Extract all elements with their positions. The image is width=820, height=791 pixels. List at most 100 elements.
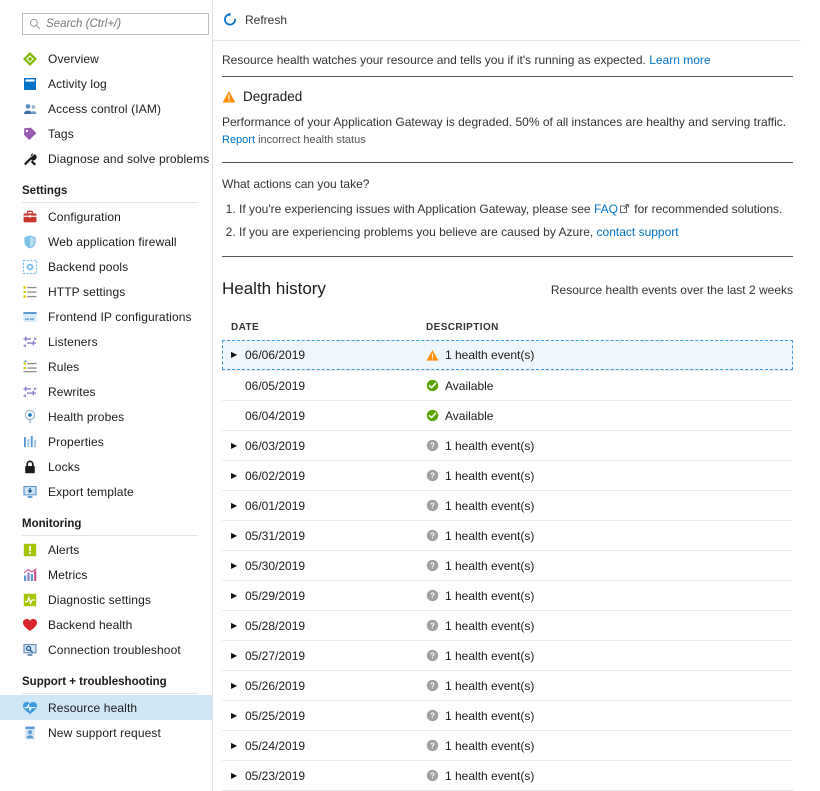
rules-icon — [22, 359, 38, 375]
svg-text:?: ? — [430, 591, 435, 600]
faq-link[interactable]: FAQ — [594, 202, 618, 216]
action-text-pre: If you're experiencing issues with Appli… — [239, 202, 594, 216]
sidebar-item-label: Diagnostic settings — [48, 593, 151, 607]
description-value: 1 health event(s) — [445, 559, 534, 573]
sidebar-item-activity-log[interactable]: Activity log — [0, 71, 212, 96]
health-history-header: Health history Resource health events ov… — [222, 279, 793, 299]
unknown-question-icon: ? — [426, 739, 439, 752]
table-row[interactable]: ▶06/03/2019?1 health event(s) — [222, 430, 793, 460]
action-text-post: for recommended solutions. — [631, 202, 782, 216]
search-box[interactable] — [22, 13, 209, 35]
table-row[interactable]: ▶05/26/2019?1 health event(s) — [222, 670, 793, 700]
sidebar-item-label: Tags — [48, 127, 74, 141]
table-row[interactable]: ▶05/29/2019?1 health event(s) — [222, 580, 793, 610]
expand-caret-icon[interactable]: ▶ — [231, 442, 240, 450]
expand-caret-icon[interactable]: ▶ — [231, 712, 240, 720]
unknown-question-icon: ? — [426, 529, 439, 542]
table-row[interactable]: ▶06/05/2019Available — [222, 370, 793, 400]
action-text-pre: If you are experiencing problems you bel… — [239, 225, 597, 239]
sidebar-item-web-application-firewall[interactable]: Web application firewall — [0, 229, 212, 254]
sidebar-item-configuration[interactable]: Configuration — [0, 204, 212, 229]
table-row[interactable]: ▶06/02/2019?1 health event(s) — [222, 460, 793, 490]
expand-caret-icon[interactable]: ▶ — [231, 532, 240, 540]
expand-caret-icon[interactable]: ▶ — [231, 562, 240, 570]
search-icon — [29, 18, 41, 30]
table-row[interactable]: ▶05/27/2019?1 health event(s) — [222, 640, 793, 670]
cell-date: ▶ 05/28/2019 — [231, 619, 426, 633]
sidebar-item-rewrites[interactable]: Rewrites — [0, 379, 212, 404]
unknown-question-icon: ? — [426, 439, 439, 452]
expand-caret-icon[interactable]: ▶ — [231, 502, 240, 510]
refresh-button[interactable]: Refresh — [222, 9, 293, 31]
sidebar-item-http-settings[interactable]: HTTP settings — [0, 279, 212, 304]
learn-more-link[interactable]: Learn more — [649, 53, 710, 67]
sidebar-item-backend-health[interactable]: Backend health — [0, 612, 212, 637]
cell-date: ▶06/04/2019 — [231, 409, 426, 423]
sidebar-item-label: Web application firewall — [48, 235, 177, 249]
expand-caret-icon[interactable]: ▶ — [231, 622, 240, 630]
lock-icon — [22, 459, 38, 475]
sidebar-item-tags[interactable]: Tags — [0, 121, 212, 146]
sidebar-item-label: New support request — [48, 726, 161, 740]
sidebar-item-metrics[interactable]: Metrics — [0, 562, 212, 587]
health-history-section: Health history Resource health events ov… — [222, 257, 808, 791]
heart-icon — [22, 617, 38, 633]
expand-caret-icon[interactable]: ▶ — [231, 592, 240, 600]
current-status-block: Degraded Performance of your Application… — [222, 77, 808, 146]
search-input[interactable] — [46, 18, 202, 30]
table-row[interactable]: ▶05/24/2019?1 health event(s) — [222, 730, 793, 760]
cell-date: ▶05/27/2019 — [231, 649, 426, 663]
table-row[interactable]: ▶05/25/2019?1 health event(s) — [222, 700, 793, 730]
sidebar-item-access-control-iam[interactable]: Access control (IAM) — [0, 96, 212, 121]
table-row[interactable]: ▶05/31/2019?1 health event(s) — [222, 520, 793, 550]
sidebar-item-diagnose-and-solve-problems[interactable]: Diagnose and solve problems — [0, 146, 212, 171]
sidebar-item-diagnostic-settings[interactable]: Diagnostic settings — [0, 587, 212, 612]
sidebar-item-export-template[interactable]: Export template — [0, 479, 212, 504]
date-value: 06/06/2019 — [245, 348, 305, 362]
sidebar-item-resource-health[interactable]: Resource health — [0, 695, 212, 720]
sidebar-item-rules[interactable]: Rules — [0, 354, 212, 379]
sidebar-item-overview[interactable]: Overview — [0, 46, 212, 71]
svg-text:?: ? — [430, 741, 435, 750]
date-value: 06/05/2019 — [245, 379, 305, 393]
expand-caret-icon[interactable]: ▶ — [231, 351, 240, 359]
table-row[interactable]: ▶06/06/20191 health event(s) — [222, 340, 793, 370]
table-row[interactable]: ▶05/23/2019?1 health event(s) — [222, 760, 793, 790]
contact-support-link[interactable]: contact support — [597, 225, 679, 239]
sidebar-item-connection-troubleshoot[interactable]: Connection troubleshoot — [0, 637, 212, 662]
sidebar-section-settings: Settings — [0, 185, 212, 203]
sidebar-item-backend-pools[interactable]: Backend pools — [0, 254, 212, 279]
table-row[interactable]: ▶06/04/2019Available — [222, 400, 793, 430]
sidebar-item-properties[interactable]: Properties — [0, 429, 212, 454]
cell-description: Available — [426, 379, 793, 393]
sidebar-item-alerts[interactable]: Alerts — [0, 537, 212, 562]
table-row[interactable]: ▶05/28/2019?1 health event(s) — [222, 610, 793, 640]
sidebar-item-listeners[interactable]: Listeners — [0, 329, 212, 354]
table-row[interactable]: ▶05/30/2019?1 health event(s) — [222, 550, 793, 580]
sidebar-section-title: Settings — [22, 185, 198, 202]
report-link[interactable]: Report — [222, 134, 255, 146]
cell-description: ?1 health event(s) — [426, 649, 793, 663]
sidebar-item-new-support-request[interactable]: New support request — [0, 720, 212, 745]
description-value: 1 health event(s) — [445, 589, 534, 603]
sidebar-item-locks[interactable]: Locks — [0, 454, 212, 479]
resource-health-icon — [22, 700, 38, 716]
expand-caret-icon[interactable]: ▶ — [231, 742, 240, 750]
expand-caret-icon[interactable]: ▶ — [231, 652, 240, 660]
sidebar-item-frontend-ip-configurations[interactable]: Frontend IP configurations — [0, 304, 212, 329]
warning-triangle-icon — [426, 349, 439, 362]
properties-icon — [22, 434, 38, 450]
expand-caret-icon[interactable]: ▶ — [231, 472, 240, 480]
access-control-icon — [22, 101, 38, 117]
lock-icon — [22, 459, 38, 475]
table-row[interactable]: ▶06/01/2019?1 health event(s) — [222, 490, 793, 520]
date-value: 05/31/2019 — [245, 529, 305, 543]
status-title: Degraded — [243, 89, 302, 104]
firewall-shield-icon — [22, 234, 38, 250]
expand-caret-icon[interactable]: ▶ — [231, 772, 240, 780]
svg-text:?: ? — [430, 771, 435, 780]
sidebar-item-health-probes[interactable]: Health probes — [0, 404, 212, 429]
date-value: 05/28/2019 — [245, 619, 305, 633]
sidebar-item-label: Locks — [48, 460, 80, 474]
expand-caret-icon[interactable]: ▶ — [231, 682, 240, 690]
